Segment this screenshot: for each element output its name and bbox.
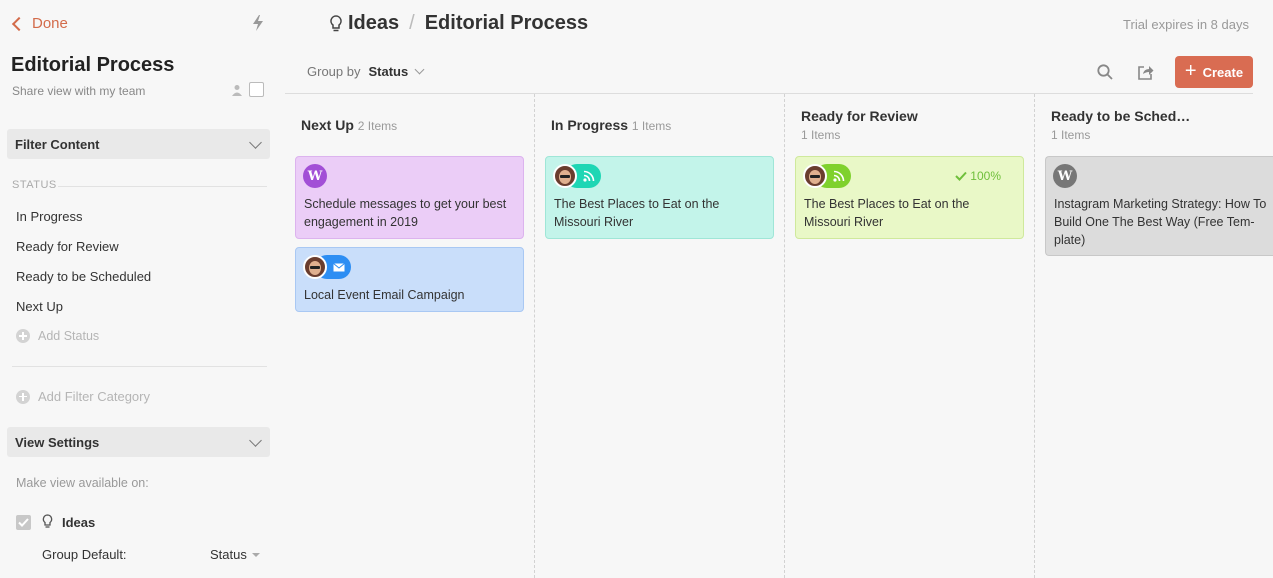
add-filter-category-label: Add Filter Category: [38, 389, 150, 404]
group-by-select[interactable]: Status: [368, 64, 408, 79]
board-column: In Progress 1 Items The Best Places to E…: [534, 94, 784, 578]
done-button[interactable]: Done: [11, 15, 68, 32]
status-filter-item[interactable]: Ready for Review: [16, 239, 119, 254]
status-filter-item[interactable]: Next Up: [16, 299, 63, 314]
breadcrumb: Ideas / Editorial Process: [348, 12, 588, 35]
card-title: Schedule messages to get your best engag…: [304, 197, 507, 229]
plus-icon: +: [1184, 60, 1197, 82]
add-status-button[interactable]: Add Status: [16, 329, 99, 343]
avatar: [553, 164, 577, 188]
lightning-icon[interactable]: [250, 14, 266, 32]
share-label: Share view with my team: [12, 84, 146, 98]
lightbulb-icon: [330, 15, 342, 32]
divider: [12, 366, 267, 367]
column-title: Ready for Review: [801, 108, 918, 124]
view-title: Editorial Process: [11, 54, 175, 76]
filter-content-label: Filter Content: [15, 136, 100, 152]
board-column: Ready to be Sched… 1 Items W Instagram M…: [1034, 94, 1273, 578]
done-label: Done: [32, 15, 68, 32]
wordpress-icon: W: [303, 164, 327, 188]
column-header: Next Up 2 Items: [301, 117, 397, 133]
view-settings-toggle[interactable]: View Settings: [7, 427, 270, 457]
check-icon: [18, 518, 29, 527]
group-by-label: Group by: [307, 64, 361, 79]
share-checkbox[interactable]: [249, 82, 264, 97]
trial-notice: Trial expires in 8 days: [1123, 17, 1249, 32]
board-column: Next Up 2 Items W Schedule messages to g…: [285, 94, 535, 578]
group-by-control: Group by Status: [307, 64, 425, 79]
ideas-label: Ideas: [62, 515, 96, 530]
column-header: In Progress 1 Items: [551, 117, 671, 133]
card-badge: [303, 255, 351, 279]
wordpress-icon: W: [1053, 164, 1077, 188]
idea-card[interactable]: W Instagram Marketing Strategy: How To B…: [1045, 156, 1273, 256]
create-label: Create: [1202, 64, 1244, 80]
search-icon[interactable]: [1096, 63, 1114, 81]
column-count: 1 Items: [1051, 128, 1091, 142]
add-icon: [16, 389, 30, 404]
page-title: Editorial Process: [424, 12, 589, 34]
board: Ideas / Editorial Process Trial expires …: [280, 0, 1273, 578]
person-icon: [232, 85, 242, 96]
board-column: Ready for Review 1 Items 100% The Best P…: [784, 94, 1034, 578]
column-header: Ready to be Sched… 1 Items: [1051, 108, 1190, 142]
card-title: The Best Places to Eat on the Missouri R…: [804, 197, 970, 229]
column-count: 2 Items: [357, 119, 398, 133]
avatar: [803, 164, 827, 188]
group-default-label: Group Default:: [42, 547, 127, 562]
column-title: Ready to be Sched…: [1051, 108, 1191, 124]
add-icon: [16, 329, 30, 343]
status-filter-item[interactable]: In Progress: [16, 209, 82, 224]
check-icon: [955, 171, 968, 181]
add-filter-category-button[interactable]: Add Filter Category: [16, 389, 150, 404]
group-default-select[interactable]: Status: [210, 547, 260, 562]
idea-card[interactable]: Local Event Email Campaign: [295, 247, 524, 312]
divider: [58, 186, 267, 187]
share-icon[interactable]: [1137, 63, 1155, 81]
progress-indicator: 100%: [955, 169, 1001, 183]
dropdown-arrow-icon: [251, 552, 260, 557]
lightbulb-icon: [42, 514, 53, 528]
ideas-checkbox[interactable]: [16, 515, 31, 530]
sidebar: Done Editorial Process Share view with m…: [0, 0, 280, 578]
make-available-label: Make view available on:: [16, 476, 149, 490]
column-count: 1 Items: [631, 119, 672, 133]
filter-content-toggle[interactable]: Filter Content: [7, 129, 270, 159]
status-filter-item[interactable]: Ready to be Scheduled: [16, 269, 151, 284]
avatar: [303, 255, 327, 279]
add-status-label: Add Status: [38, 329, 100, 343]
breadcrumb-separator: /: [409, 12, 415, 34]
column-header: Ready for Review 1 Items: [801, 108, 918, 142]
create-button[interactable]: + Create: [1175, 56, 1253, 88]
chevron-left-icon: [11, 16, 27, 31]
group-default-value: Status: [210, 547, 247, 562]
idea-card[interactable]: W Schedule messages to get your best eng…: [295, 156, 524, 239]
chevron-down-icon: [249, 136, 262, 149]
progress-value: 100%: [970, 169, 1001, 183]
view-settings-label: View Settings: [15, 434, 100, 450]
card-title: The Best Places to Eat on the Missouri R…: [554, 197, 720, 229]
column-count: 1 Items: [801, 128, 841, 142]
card-badge: [803, 164, 851, 188]
card-badge: W: [303, 164, 327, 188]
column-title: Next Up: [301, 117, 354, 133]
card-title: Instagram Marketing Strategy: How To Bui…: [1054, 197, 1267, 247]
idea-card[interactable]: 100% The Best Places to Eat on the Misso…: [795, 156, 1024, 239]
column-title: In Progress: [551, 117, 629, 133]
breadcrumb-root[interactable]: Ideas: [348, 12, 399, 35]
card-title: Local Event Email Campaign: [304, 288, 465, 302]
chevron-down-icon: [249, 434, 262, 447]
chevron-down-icon: [414, 64, 425, 75]
idea-card[interactable]: The Best Places to Eat on the Missouri R…: [545, 156, 774, 239]
card-badge: W: [1053, 164, 1077, 188]
card-badge: [553, 164, 601, 188]
status-heading: STATUS: [12, 179, 57, 191]
